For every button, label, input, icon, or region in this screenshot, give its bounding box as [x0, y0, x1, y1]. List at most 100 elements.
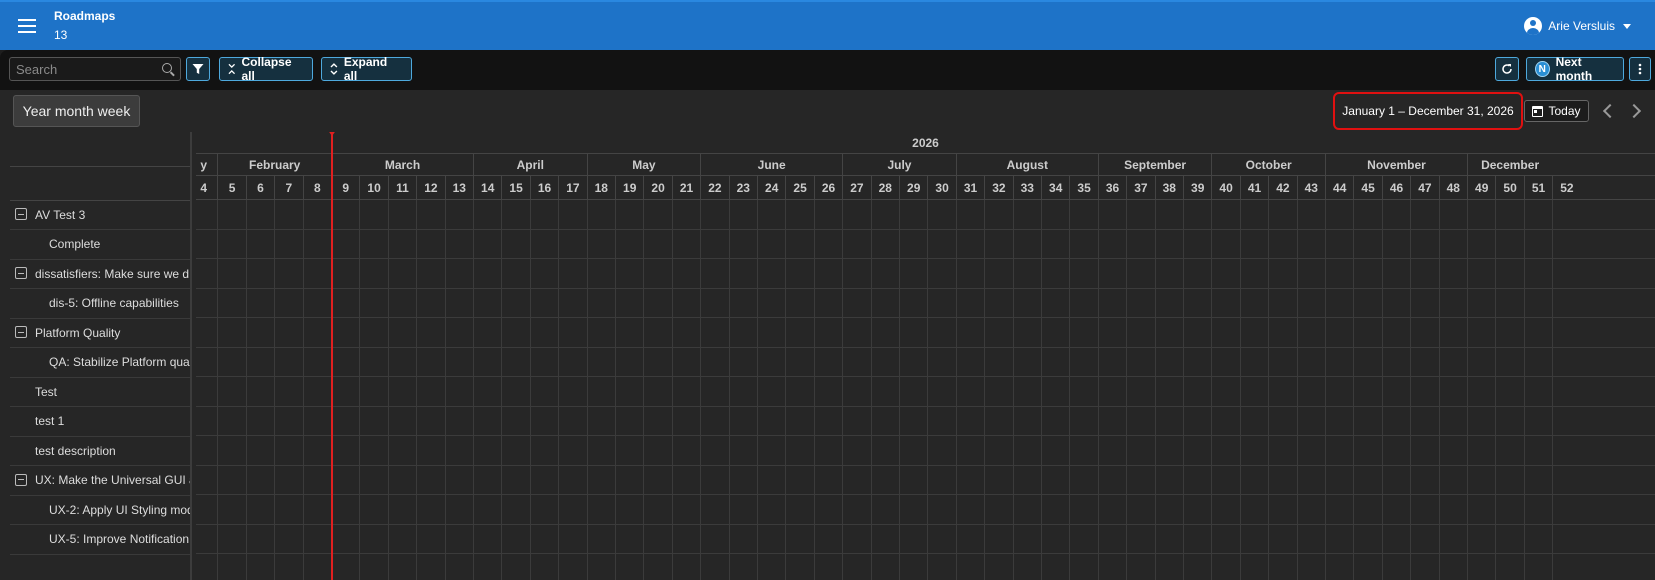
today-button[interactable]: Today [1524, 100, 1589, 122]
grid-row-line [196, 287, 1655, 289]
app-header: Roadmaps 13 Arie Versluis [0, 0, 1655, 50]
row-label: UX-5: Improve Notification [49, 532, 190, 546]
panel-splitter[interactable] [190, 132, 192, 580]
collapse-toggle-icon[interactable] [15, 208, 27, 220]
week-label: 20 [643, 176, 671, 200]
grid-row-line [196, 346, 1655, 348]
timeline-grid[interactable] [196, 200, 1655, 580]
week-label: 40 [1211, 176, 1239, 200]
next-month-label: Next month [1555, 55, 1593, 83]
collapse-toggle-icon[interactable] [15, 326, 27, 338]
month-label: June [700, 154, 842, 176]
next-arrow-icon[interactable] [1625, 101, 1645, 121]
tree-row[interactable]: dis-5: Offline capabilities [10, 289, 190, 319]
week-label: 4 [196, 176, 217, 200]
expand-icon [330, 63, 338, 75]
grid-row-line [196, 317, 1655, 318]
more-vertical-icon [1638, 63, 1642, 75]
week-label: 23 [728, 176, 757, 200]
collapse-all-button[interactable]: Collapse all [219, 55, 313, 83]
date-range-label: January 1 – December 31, 2026 [1333, 92, 1523, 130]
more-options-button[interactable] [1629, 57, 1651, 81]
week-label: 8 [302, 176, 331, 200]
next-badge-icon: N [1535, 61, 1550, 77]
tree-row[interactable]: test 1 [10, 407, 190, 437]
chevron-down-icon [1623, 23, 1631, 29]
month-label: December [1467, 154, 1552, 176]
user-menu[interactable]: Arie Versluis [1524, 17, 1631, 35]
search-icon[interactable] [162, 63, 172, 73]
refresh-icon [1502, 64, 1512, 74]
collapse-all-label: Collapse all [241, 55, 292, 83]
row-label: UX: Make the Universal GUI a [35, 473, 190, 487]
week-label: 47 [1410, 176, 1438, 200]
tree-row[interactable]: Test [10, 377, 190, 407]
week-label: 25 [785, 176, 813, 200]
timeline: 2026 y February March April May June July Augus… [196, 132, 1655, 580]
scheduler: Year month week January 1 – December 31,… [0, 90, 1655, 580]
menu-icon[interactable] [18, 19, 36, 33]
refresh-button[interactable] [1495, 57, 1519, 81]
toolbar: Collapse all Expand all N Next month [0, 50, 1655, 90]
week-label: 44 [1325, 176, 1353, 200]
month-label: May [586, 154, 701, 176]
tree-row[interactable]: Platform Quality [10, 318, 190, 348]
tree-row[interactable]: test description [10, 436, 190, 466]
row-label: dis-5: Offline capabilities [49, 296, 179, 310]
app-title: Roadmaps [54, 9, 116, 23]
tree-row[interactable]: QA: Stabilize Platform qua [10, 348, 190, 378]
view-scale-button[interactable]: Year month week [13, 95, 140, 127]
filter-icon [192, 64, 204, 74]
search-input[interactable] [16, 60, 156, 78]
next-month-button[interactable]: N Next month [1526, 55, 1624, 83]
expand-all-button[interactable]: Expand all [321, 55, 412, 83]
tree-row[interactable]: dissatisfiers: Make sure we d [10, 259, 190, 289]
month-label: February [217, 154, 331, 176]
tree-row[interactable]: UX-5: Improve Notification [10, 525, 190, 555]
week-label: 12 [416, 176, 444, 200]
grid-row-line [196, 523, 1655, 525]
week-label: 6 [245, 176, 274, 200]
grid-row-line [196, 464, 1655, 466]
tree-row[interactable]: UX-2: Apply UI Styling mod [10, 495, 190, 525]
year-header: 2026 [196, 132, 1655, 154]
week-label: 31 [955, 176, 984, 200]
week-label: 21 [671, 176, 700, 200]
tree-row[interactable]: UX: Make the Universal GUI a [10, 466, 190, 496]
week-label: 35 [1069, 176, 1097, 200]
week-label: 29 [899, 176, 927, 200]
week-label: 39 [1183, 176, 1211, 200]
week-label: 30 [927, 176, 955, 200]
week-label: 36 [1097, 176, 1126, 200]
header-divider [10, 166, 190, 167]
collapse-toggle-icon[interactable] [15, 267, 27, 279]
previous-arrow-icon[interactable] [1597, 101, 1617, 121]
week-label: 9 [331, 176, 359, 200]
month-label: September [1097, 154, 1212, 176]
week-label: 46 [1381, 176, 1410, 200]
filter-button[interactable] [186, 57, 210, 81]
week-label: 48 [1438, 176, 1467, 200]
today-marker-icon [327, 132, 337, 136]
week-label: 13 [444, 176, 473, 200]
week-label: 19 [615, 176, 643, 200]
row-label: test 1 [35, 414, 65, 428]
collapse-toggle-icon[interactable] [15, 473, 27, 486]
month-label: March [331, 154, 473, 176]
week-label: 38 [1154, 176, 1183, 200]
week-label: 7 [274, 176, 302, 200]
week-label: 32 [984, 176, 1012, 200]
user-name: Arie Versluis [1548, 19, 1615, 33]
tree-row[interactable]: Complete [10, 230, 190, 260]
tree-row[interactable]: AV Test 3 [10, 200, 190, 230]
expand-all-label: Expand all [343, 55, 388, 83]
grid-row-line [196, 258, 1655, 259]
row-label: test description [35, 443, 116, 458]
month-label: November [1325, 154, 1467, 176]
week-label: 17 [558, 176, 586, 200]
month-header: y February March April May June July August Sept… [196, 154, 1655, 176]
week-label: 27 [842, 176, 870, 200]
week-label: 37 [1126, 176, 1154, 200]
today-indicator [331, 132, 333, 580]
week-label: 14 [473, 176, 501, 200]
